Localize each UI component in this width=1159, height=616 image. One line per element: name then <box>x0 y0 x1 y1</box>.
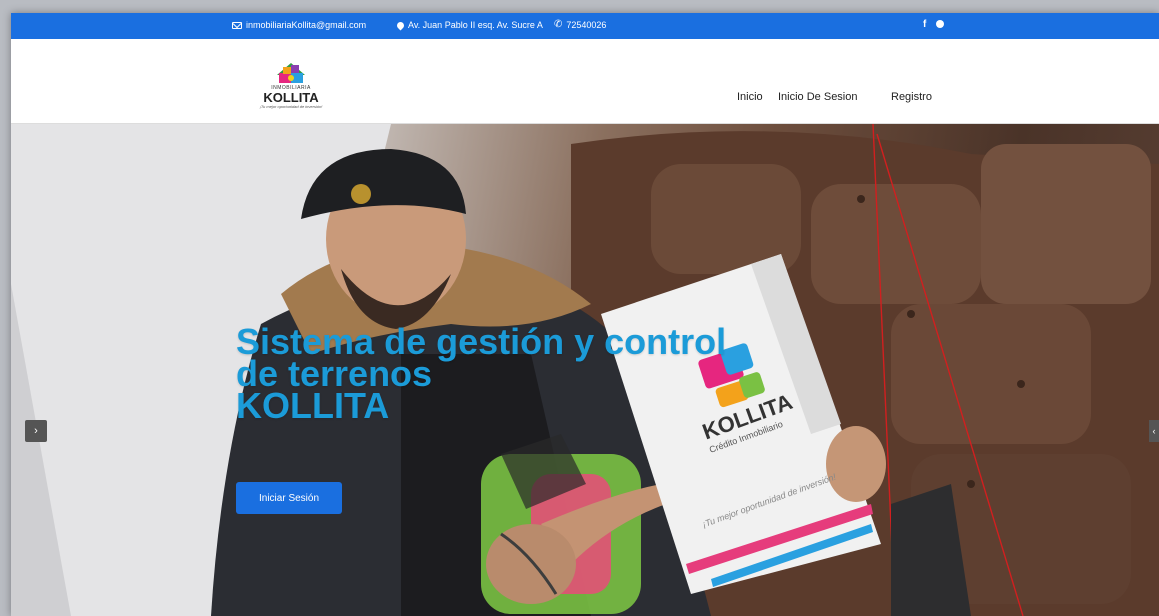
map-pin-icon <box>395 20 406 30</box>
pinterest-icon[interactable] <box>936 20 945 28</box>
slider-next-button[interactable]: ‹ <box>1149 420 1159 442</box>
browser-page: inmobiliariaKollita@gmail.com Av. Juan P… <box>11 13 1159 616</box>
email-text: inmobiliariaKollita@gmail.com <box>246 20 367 30</box>
nav-item-inicio[interactable]: Inicio <box>737 91 763 103</box>
logo-slogan: ¡Tu mejor oportunidad de inversión! <box>259 104 323 109</box>
address-text: Av. Juan Pablo II esq. Av. Sucre A <box>408 20 543 30</box>
social-links: f <box>923 19 945 30</box>
nav-item-inicio-de-sesion[interactable]: Inicio De Sesion <box>778 91 858 103</box>
envelope-icon <box>232 21 242 29</box>
address-contact: Av. Juan Pablo II esq. Av. Sucre A <box>395 20 543 30</box>
hero-slider: KOLLITA Crédito Inmobiliario ¡Tu mejor o… <box>11 124 1159 616</box>
logo-brand: KOLLITA <box>263 90 319 105</box>
hero-title-line3: KOLLITA <box>236 385 390 426</box>
site-logo[interactable]: INMOBILIARIA KOLLITA ¡Tu mejor oportunid… <box>255 53 327 109</box>
phone-contact[interactable]: ✆ 72540026 <box>554 19 607 31</box>
nav-item-registro[interactable]: Registro <box>891 91 932 103</box>
iniciar-sesion-button[interactable]: Iniciar Sesión <box>236 482 342 514</box>
top-contact-bar: inmobiliariaKollita@gmail.com Av. Juan P… <box>11 13 1159 39</box>
phone-text: 72540026 <box>566 20 607 30</box>
site-header: INMOBILIARIA KOLLITA ¡Tu mejor oportunid… <box>11 39 1159 124</box>
facebook-icon[interactable]: f <box>923 19 926 30</box>
phone-icon: ✆ <box>554 19 563 30</box>
email-contact[interactable]: inmobiliariaKollita@gmail.com <box>232 20 366 30</box>
hero-title: Sistema de gestión y control de terrenos… <box>236 324 796 426</box>
slider-prev-button[interactable]: › <box>25 420 47 442</box>
